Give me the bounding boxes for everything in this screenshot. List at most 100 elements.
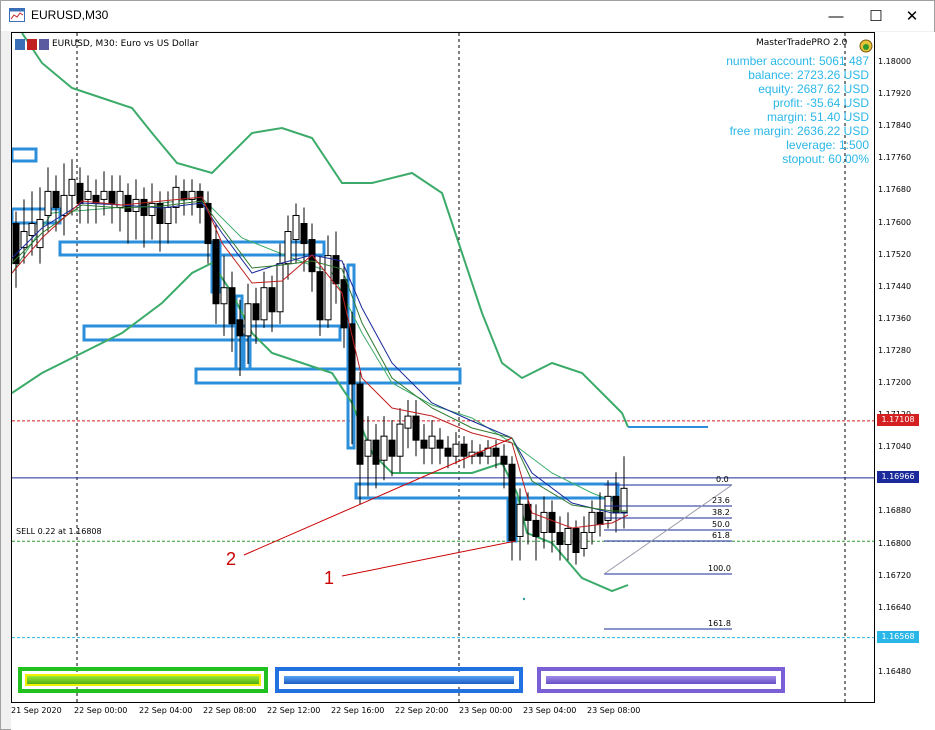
fib-level-161-8: 161.8 — [708, 619, 731, 628]
price-tick-label: 1.16640 — [878, 602, 912, 612]
candle-body — [420, 439, 428, 449]
candle-body — [236, 319, 244, 337]
price-tick-label: 1.16880 — [878, 506, 912, 516]
price-axis[interactable]: 1.18000 1.17920 1.17840 1.17760 1.17680 1.176… — [875, 32, 935, 703]
maximize-button[interactable]: ☐ — [859, 1, 893, 31]
price-tick-label: 1.17520 — [878, 249, 912, 259]
close-icon: ✕ — [905, 8, 919, 25]
panel-purple[interactable] — [537, 667, 785, 693]
price-tick-label: 1.17440 — [878, 281, 912, 291]
candle-body — [516, 503, 524, 537]
info-leverage: leverage: 1:500 — [786, 138, 869, 152]
minimize-button[interactable]: — — [819, 1, 853, 31]
candle-body — [612, 495, 620, 513]
fib-level-0: 0.0 — [716, 475, 729, 484]
candle-body — [572, 527, 580, 554]
info-free-margin: free margin: 2636.22 USD — [729, 124, 869, 138]
candle-body — [444, 447, 452, 457]
window-title: EURUSD,M30 — [31, 8, 109, 22]
candle-body — [348, 323, 356, 385]
price-tick-label: 1.17200 — [878, 378, 912, 387]
annotation-1-line — [341, 540, 517, 577]
expert-advisor-name: MasterTradePRO 2.0 — [756, 38, 848, 48]
info-account-number: number account: 5061 487 — [726, 54, 869, 68]
price-chart[interactable]: EURUSD, M30: Euro vs US Dollar MasterTra… — [11, 32, 875, 703]
chart-window-icon — [9, 8, 25, 22]
candle-body — [356, 383, 364, 465]
sr-zone — [12, 147, 38, 163]
chart-window: EURUSD,M30 — ☐ ✕ EURUSD, M30: Euro vs US… — [0, 0, 935, 730]
ma-slow — [12, 202, 628, 514]
time-tick-label: 21 Sep 2020 — [11, 706, 62, 715]
fib-level-38-2: 38.2 — [712, 508, 730, 517]
candle-body — [44, 190, 52, 216]
price-tick-label: 1.16480 — [878, 666, 912, 676]
time-tick-label: 22 Sep 20:00 — [395, 706, 449, 715]
candle-body — [380, 435, 388, 461]
candle-body — [52, 190, 60, 208]
candle-body — [284, 231, 292, 265]
price-tick-label: 1.16800 — [878, 538, 912, 548]
sr-zone — [58, 240, 326, 257]
candle-body — [244, 303, 252, 337]
price-tick-label: 1.17360 — [878, 313, 912, 323]
info-margin: margin: 51.40 USD — [766, 110, 869, 124]
close-button[interactable]: ✕ — [895, 1, 929, 31]
price-tick-label: 1.17760 — [878, 153, 912, 163]
candle-body — [396, 423, 404, 457]
candle-body — [260, 287, 268, 321]
candle-body — [372, 439, 380, 465]
order-label[interactable]: SELL 0.22 at 1.16808 — [16, 527, 102, 536]
title-bar[interactable]: EURUSD,M30 — ☐ ✕ — [1, 1, 934, 31]
fib-level-100: 100.0 — [708, 564, 731, 573]
time-tick-label: 22 Sep 16:00 — [331, 706, 385, 715]
candle-body — [28, 223, 36, 237]
candle-body — [532, 519, 540, 537]
candle-body — [596, 511, 604, 525]
candle-body — [292, 214, 300, 241]
candle-body — [388, 439, 396, 457]
account-info-panel: number account: 5061 487 balance: 2723.2… — [726, 54, 869, 166]
candle-body — [404, 415, 412, 429]
candle-body — [500, 455, 508, 465]
marker-dot — [522, 597, 526, 601]
price-tick-label: 1.16720 — [878, 570, 912, 580]
candle-body — [340, 279, 348, 329]
candle-body — [548, 511, 556, 533]
info-balance: balance: 2723.26 USD — [748, 68, 869, 82]
price-tick-label: 1.17680 — [878, 185, 912, 195]
info-profit: profit: -35.64 USD — [772, 96, 869, 110]
candle-body — [276, 263, 284, 313]
price-tick-label: 1.18000 — [878, 57, 912, 66]
candle-body — [164, 206, 172, 224]
candle-body — [220, 287, 228, 305]
fib-level-50: 50.0 — [712, 520, 730, 529]
price-tick-label: 1.17600 — [878, 217, 912, 227]
candle-body — [604, 495, 612, 521]
time-tick-label: 22 Sep 04:00 — [139, 706, 193, 715]
annotation-1: 1 — [324, 568, 335, 588]
candle-body — [196, 190, 204, 208]
ma-medium — [12, 200, 628, 512]
price-tag: 1.16568 — [877, 630, 919, 643]
candle-body — [620, 487, 628, 513]
maximize-icon: ☐ — [869, 8, 883, 25]
symbol-description: EURUSD, M30: Euro vs US Dollar — [52, 39, 199, 49]
candle-body — [508, 463, 516, 541]
candle-body — [228, 287, 236, 325]
info-stopout: stopout: 60.00% — [782, 152, 869, 166]
panel-blue[interactable] — [275, 667, 523, 693]
candle-body — [492, 447, 500, 457]
panel-green[interactable] — [18, 667, 268, 693]
candle-body — [316, 271, 324, 321]
panel-green-fill — [25, 674, 261, 686]
candle-body — [436, 439, 444, 449]
time-axis[interactable]: 21 Sep 2020 22 Sep 00:00 22 Sep 04:00 22 Se… — [11, 703, 935, 730]
candle-body — [76, 182, 84, 204]
time-tick-label: 23 Sep 00:00 — [459, 706, 513, 715]
time-tick-label: 22 Sep 12:00 — [267, 706, 321, 715]
time-tick-label: 22 Sep 08:00 — [203, 706, 257, 715]
price-tick-label: 1.17840 — [878, 121, 912, 131]
expert-advisor-icon[interactable] — [859, 39, 873, 53]
price-tick-label: 1.17280 — [878, 345, 912, 355]
